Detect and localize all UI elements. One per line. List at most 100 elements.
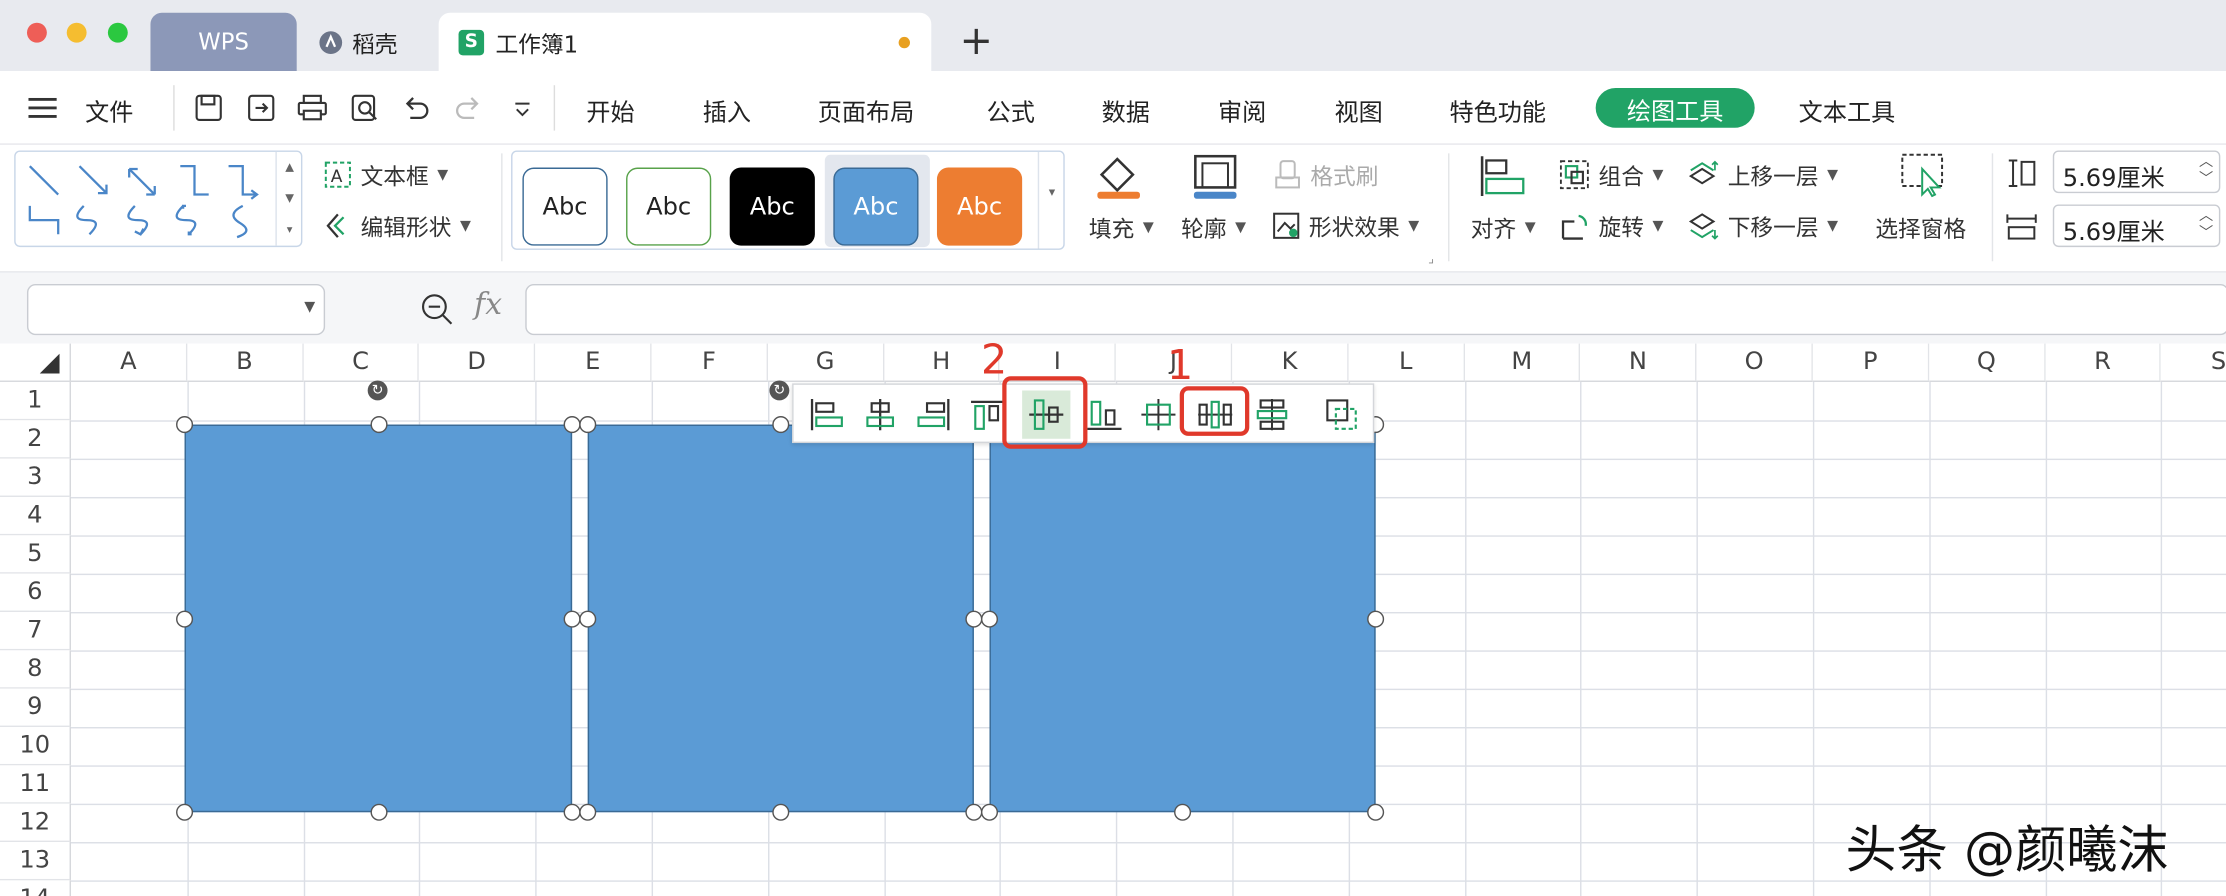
group-button[interactable]: 组合 ▼ [1559,158,1663,192]
row-header-8[interactable]: 8 [0,650,71,689]
maximize-window-button[interactable] [107,22,128,43]
menu-page-layout[interactable]: 页面布局 [818,92,915,127]
menu-review[interactable]: 审阅 [1218,92,1266,127]
column-header-b[interactable]: B [187,343,304,382]
column-header-n[interactable]: N [1580,343,1697,382]
edit-shape-button[interactable]: 编辑形状 ▼ [324,209,471,243]
column-header-d[interactable]: D [419,343,536,382]
menu-insert[interactable]: 插入 [703,92,751,127]
column-header-o[interactable]: O [1696,343,1813,382]
minimize-window-button[interactable] [66,22,87,43]
resize-handle[interactable] [563,609,581,627]
row-header-14[interactable]: 14 [0,880,71,896]
menu-home[interactable]: 开始 [586,92,634,127]
resize-handle[interactable] [965,609,983,627]
row-header-11[interactable]: 11 [0,765,71,804]
resize-handle[interactable] [176,803,194,821]
row-header-13[interactable]: 13 [0,842,71,881]
align-left-icon[interactable] [802,390,850,438]
row-header-10[interactable]: 10 [0,727,71,766]
align-center-icon[interactable] [856,390,904,438]
selection-pane-icon[interactable] [1899,152,1947,203]
style-gallery-expand[interactable]: ▾ [1037,151,1065,249]
zoom-icon[interactable] [420,293,454,327]
align-options-icon[interactable] [1319,390,1367,438]
resize-handle[interactable] [965,803,983,821]
resize-handle[interactable] [369,416,387,434]
menu-data[interactable]: 数据 [1102,92,1150,127]
undo-icon[interactable] [399,91,433,125]
column-header-r[interactable]: R [2045,343,2162,382]
column-header-g[interactable]: G [767,343,884,382]
row-header-1[interactable]: 1 [0,381,71,421]
width-input[interactable]: 5.69厘米 ︿ ﹀ [2052,204,2221,248]
resize-handle[interactable] [369,803,387,821]
gallery-scroll[interactable]: ▲ ▼ ▾ [275,151,302,246]
align-button[interactable]: 对齐 ▼ [1471,210,1536,244]
resize-handle[interactable] [579,609,597,627]
row-header-7[interactable]: 7 [0,612,71,651]
column-header-l[interactable]: L [1348,343,1465,382]
align-bottom-icon[interactable] [1080,390,1128,438]
print-preview-icon[interactable] [348,91,382,125]
resize-handle[interactable] [1174,803,1192,821]
column-header-m[interactable]: M [1464,343,1581,382]
save-icon[interactable] [192,91,226,125]
rotate-handle-icon[interactable]: ↻ [769,380,790,401]
outline-icon[interactable] [1190,152,1241,206]
fill-button[interactable]: 填充 ▼ [1089,210,1154,244]
rectangle-shape-2[interactable] [587,424,974,813]
resize-handle[interactable] [563,803,581,821]
select-all-corner[interactable] [0,343,71,382]
rectangle-shape-1[interactable] [184,424,573,813]
tab-workbook[interactable]: S 工作簿1 [438,12,932,71]
row-header-2[interactable]: 2 [0,420,71,459]
column-header-f[interactable]: F [651,343,768,382]
menu-text-tools[interactable]: 文本工具 [1799,92,1896,127]
row-header-5[interactable]: 5 [0,535,71,574]
shape-effect-button[interactable]: 形状效果 ▼ [1272,209,1419,243]
resize-handle[interactable] [1367,803,1385,821]
new-tab-button[interactable]: + [960,17,993,64]
menu-drawing-tools[interactable]: 绘图工具 [1595,88,1755,128]
row-header-12[interactable]: 12 [0,803,71,843]
rectangle-shape-3[interactable] [989,424,1376,813]
print-icon[interactable] [295,91,329,125]
menu-file[interactable]: 文件 [85,92,133,127]
format-painter-button[interactable]: 格式刷 [1273,158,1378,192]
align-right-icon[interactable] [910,390,958,438]
menu-view[interactable]: 视图 [1334,92,1382,127]
width-stepper[interactable]: ︿ ﹀ [2199,209,2213,243]
height-input[interactable]: 5.69厘米 ︿ ﹀ [2052,150,2221,194]
height-stepper[interactable]: ︿ ﹀ [2199,155,2213,189]
close-window-button[interactable] [26,22,47,43]
rotate-handle-icon[interactable]: ↻ [367,380,388,401]
resize-handle[interactable] [772,803,790,821]
hamburger-icon[interactable] [28,97,57,120]
row-header-6[interactable]: 6 [0,573,71,613]
rotate-button[interactable]: 旋转 ▼ [1559,209,1663,243]
menu-formula[interactable]: 公式 [987,92,1035,127]
column-header-p[interactable]: P [1812,343,1930,382]
row-header-3[interactable]: 3 [0,458,71,497]
resize-handle[interactable] [1367,609,1385,627]
textbox-button[interactable]: A 文本框 ▼ [324,158,448,192]
column-header-q[interactable]: Q [1929,343,2046,382]
quick-access-dropdown-icon[interactable] [505,91,539,125]
resize-handle[interactable] [980,609,999,627]
style-preset-4[interactable]: Abc [833,167,919,246]
resize-handle[interactable] [579,416,597,434]
distribute-vertically-icon[interactable] [1248,390,1296,438]
chevron-down-icon[interactable]: ▼ [304,300,315,316]
align-icon[interactable] [1476,153,1527,204]
column-header-c[interactable]: C [303,343,420,382]
align-center-both-icon[interactable] [1134,390,1182,438]
row-header-4[interactable]: 4 [0,496,71,536]
bring-forward-button[interactable]: 上移一层 ▼ [1688,158,1838,192]
name-box[interactable]: ▼ [26,283,326,336]
dialog-launcher-icon[interactable]: ⌟ [1428,253,1434,267]
column-header-k[interactable]: K [1232,343,1349,382]
resize-handle[interactable] [563,416,581,434]
tab-daoke[interactable]: 稻壳 [309,13,437,71]
formula-input[interactable] [525,283,2226,336]
